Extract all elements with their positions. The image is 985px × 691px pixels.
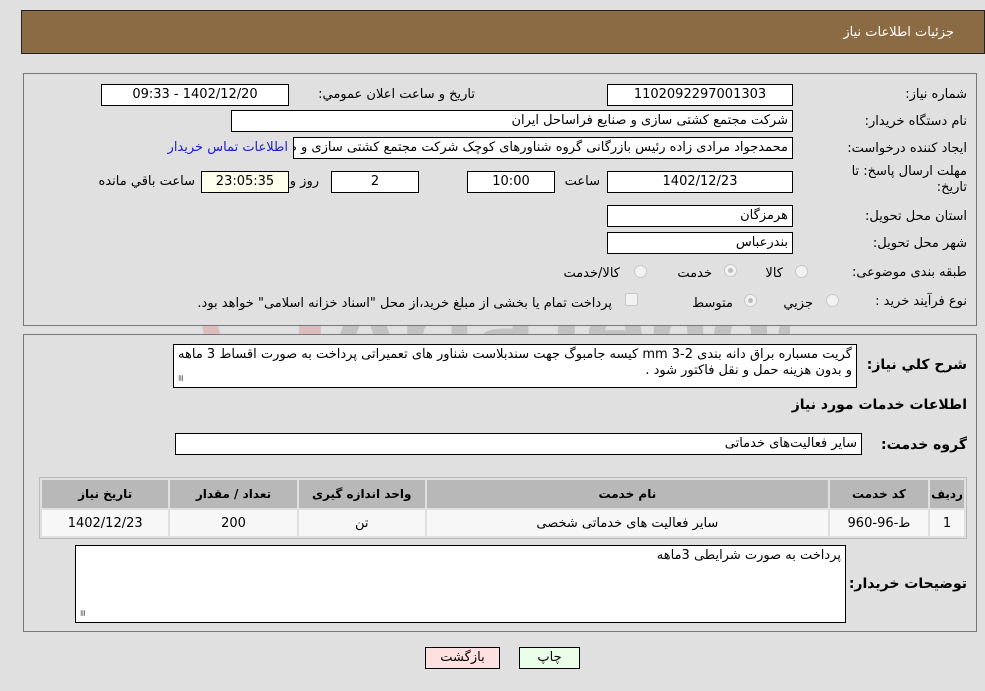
- resize-grip-icon[interactable]: ≡: [174, 374, 188, 382]
- table-row: 1 ط-96-960 سایر فعالیت های خدماتی شخصی ت…: [42, 510, 964, 536]
- cell-unit: تن: [298, 510, 425, 536]
- remaining-time-label: ساعت باقي مانده: [98, 174, 195, 189]
- col-row-number: ردیف: [930, 480, 964, 508]
- process-radio-medium[interactable]: [744, 294, 757, 307]
- city-label: شهر محل تحویل:: [872, 236, 967, 251]
- service-group-label: گروه خدمت:: [881, 437, 967, 453]
- creator-label: ایجاد کننده درخواست:: [847, 141, 967, 156]
- category-label: طبقه بندی موضوعی:: [851, 265, 967, 280]
- cell-need-date: 1402/12/23: [42, 510, 169, 536]
- buyer-org-field: شرکت مجتمع کشتی سازی و صنایع فراساحل ایر…: [231, 110, 793, 132]
- cell-service-name: سایر فعالیت های خدماتی شخصی: [426, 510, 828, 536]
- col-quantity: تعداد / مقدار: [170, 480, 297, 508]
- page-title: جزئیات اطلاعات نیاز: [843, 25, 954, 40]
- province-label: استان محل تحویل:: [865, 209, 967, 224]
- buyer-notes-label: توضیحات خریدار:: [848, 576, 967, 592]
- days-remaining-field: 2: [331, 171, 419, 193]
- process-label: نوع فرآیند خرید :: [875, 294, 967, 309]
- col-unit: واحد اندازه گیری: [298, 480, 425, 508]
- services-table: ردیف کد خدمت نام خدمت واحد اندازه گیری ت…: [39, 477, 967, 539]
- cell-row-number: 1: [930, 510, 964, 536]
- announce-label: تاریخ و ساعت اعلان عمومي:: [318, 87, 475, 102]
- announce-datetime-field: 1402/12/20 - 09:33: [101, 84, 289, 106]
- service-group-field: سایر فعالیت‌های خدماتی: [175, 433, 862, 455]
- treasury-note: پرداخت تمام یا بخشی از مبلغ خرید،از محل …: [197, 296, 612, 311]
- table-header-row: ردیف کد خدمت نام خدمت واحد اندازه گیری ت…: [42, 480, 964, 508]
- process-option-minor: جزیي: [783, 296, 813, 311]
- description-text: گریت مسباره براق دانه بندی mm 3-2 کیسه ج…: [178, 347, 852, 378]
- description-textarea[interactable]: گریت مسباره براق دانه بندی mm 3-2 کیسه ج…: [173, 344, 857, 388]
- deadline-time-label: ساعت: [564, 174, 600, 189]
- buyer-notes-textarea[interactable]: پرداخت به صورت شرایطی 3ماهه ≡: [75, 545, 846, 623]
- category-option-goods-service: کالا/خدمت: [563, 266, 620, 281]
- deadline-label-line2: تاریخ:: [936, 180, 967, 195]
- remaining-time-field: 23:05:35: [201, 171, 289, 193]
- category-option-service: خدمت: [677, 266, 712, 281]
- need-number-label: شماره نیاز:: [905, 87, 967, 102]
- treasury-checkbox[interactable]: [625, 293, 638, 306]
- deadline-date-field: 1402/12/23: [607, 171, 793, 193]
- category-radio-goods-service[interactable]: [634, 265, 647, 278]
- back-button[interactable]: بازگشت: [425, 647, 500, 669]
- col-need-date: تاریخ نیاز: [42, 480, 169, 508]
- city-field: بندرعباس: [607, 232, 793, 254]
- description-label: شرح کلي نیاز:: [866, 357, 967, 373]
- process-radio-minor[interactable]: [826, 294, 839, 307]
- services-section-title: اطلاعات خدمات مورد نیاز: [791, 397, 967, 413]
- buyer-notes-text: پرداخت به صورت شرایطی 3ماهه: [656, 548, 841, 563]
- category-radio-service[interactable]: [724, 264, 737, 277]
- buyer-org-label: نام دستگاه خریدار:: [864, 114, 967, 129]
- deadline-time-field: 10:00: [467, 171, 555, 193]
- category-option-goods: کالا: [765, 266, 783, 281]
- province-field: هرمزگان: [607, 205, 793, 227]
- days-label: روز و: [289, 174, 319, 189]
- need-number-field: 1102092297001303: [607, 84, 793, 106]
- process-option-medium: متوسط: [692, 296, 733, 311]
- page-header: جزئیات اطلاعات نیاز: [21, 10, 985, 54]
- category-radio-goods[interactable]: [795, 265, 808, 278]
- creator-field: محمدجواد مرادی زاده رئیس بازرگانی گروه ش…: [293, 137, 793, 159]
- buyer-contact-link[interactable]: اطلاعات تماس خریدار: [168, 140, 288, 155]
- deadline-label: مهلت ارسال پاسخ: تا تاریخ:: [852, 164, 967, 196]
- print-button[interactable]: چاپ: [519, 647, 580, 669]
- resize-grip-icon[interactable]: ≡: [76, 609, 90, 617]
- col-service-name: نام خدمت: [426, 480, 828, 508]
- cell-service-code: ط-96-960: [829, 510, 929, 536]
- col-service-code: کد خدمت: [829, 480, 929, 508]
- deadline-label-line1: مهلت ارسال پاسخ: تا: [851, 164, 967, 179]
- cell-quantity: 200: [170, 510, 297, 536]
